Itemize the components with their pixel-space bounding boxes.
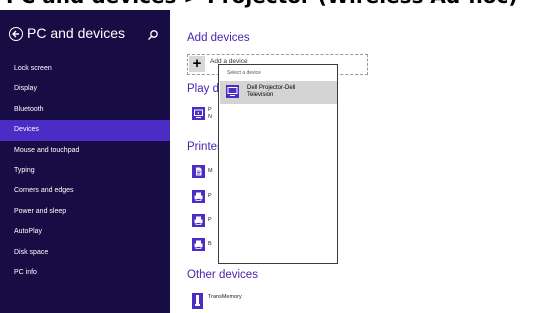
popup-device-item[interactable]: Dell Projector-Dell Television <box>220 81 337 104</box>
document-icon <box>192 165 205 178</box>
page-heading: PC and devices > Projector (Wireless Ad-… <box>6 0 518 8</box>
sidebar-item-label: PC info <box>14 268 37 276</box>
sidebar-item-label: Bluetooth <box>14 105 44 113</box>
sidebar-item-label: Lock screen <box>14 65 52 72</box>
sidebar-item-label: Typing <box>14 166 35 174</box>
popup-device-label-line1: Dell Projector-Dell <box>247 85 296 91</box>
sidebar-item-typing[interactable]: Typing <box>0 161 170 181</box>
sidebar-item-display[interactable]: Display <box>0 79 170 99</box>
printer-name[interactable]: M <box>208 168 213 175</box>
printer-icon <box>192 238 205 251</box>
printer-icon <box>192 214 205 227</box>
sidebar-item-label: Corners and edges <box>14 187 74 195</box>
popup-title: Select a device <box>227 70 261 76</box>
sidebar-item-label: Power and sleep <box>14 207 67 215</box>
play-device-status: N <box>208 114 212 120</box>
play-device-name[interactable]: P <box>208 107 212 114</box>
sidebar-item-power-and-sleep[interactable]: Power and sleep <box>0 202 170 222</box>
sidebar-item-bluetooth[interactable]: Bluetooth <box>0 100 170 120</box>
sidebar-item-label: Mouse and touchpad <box>14 146 80 154</box>
sidebar: PC and devices Lock screen Display Bluet… <box>0 10 170 313</box>
sidebar-nav: Lock screen Display Bluetooth Devices Mo… <box>0 59 170 283</box>
sidebar-item-corners-and-edges[interactable]: Corners and edges <box>0 181 170 201</box>
popup-device-label-line2: Television <box>247 92 274 98</box>
main-content: Add devices + Add a device Play devices … <box>170 10 545 313</box>
printer-name[interactable]: B <box>208 241 212 248</box>
sidebar-item-label: Disk space <box>14 248 49 256</box>
sidebar-item-autoplay[interactable]: AutoPlay <box>0 222 170 242</box>
add-devices-heading: Add devices <box>187 32 250 44</box>
select-device-popup: Select a device Dell Projector-Dell Tele… <box>218 64 338 264</box>
sidebar-header: PC and devices <box>0 20 170 50</box>
plus-icon: + <box>189 56 205 72</box>
sidebar-item-pc-info[interactable]: PC info <box>0 263 170 283</box>
sidebar-title: PC and devices <box>27 25 126 41</box>
sidebar-item-label: Display <box>14 85 37 93</box>
sidebar-item-lock-screen[interactable]: Lock screen <box>0 59 170 79</box>
other-devices-heading: Other devices <box>187 269 258 281</box>
other-device-name[interactable]: TransMemory <box>208 294 242 301</box>
sidebar-item-label: AutoPlay <box>14 228 43 236</box>
sidebar-item-mouse-and-touchpad[interactable]: Mouse and touchpad <box>0 141 170 161</box>
search-icon[interactable] <box>147 28 159 40</box>
tv-device-icon <box>192 107 205 120</box>
sidebar-item-disk-space[interactable]: Disk space <box>0 243 170 263</box>
sidebar-item-label: Devices <box>14 126 39 134</box>
page-heading-strip: PC and devices > Projector (Wireless Ad-… <box>0 0 545 10</box>
usb-drive-icon <box>192 293 203 309</box>
sidebar-item-devices[interactable]: Devices <box>0 120 170 141</box>
printer-name[interactable]: P <box>208 193 212 200</box>
printer-name[interactable]: P <box>208 217 212 224</box>
monitor-icon <box>226 85 239 98</box>
back-arrow-icon[interactable] <box>9 27 23 41</box>
printer-icon <box>192 190 205 203</box>
